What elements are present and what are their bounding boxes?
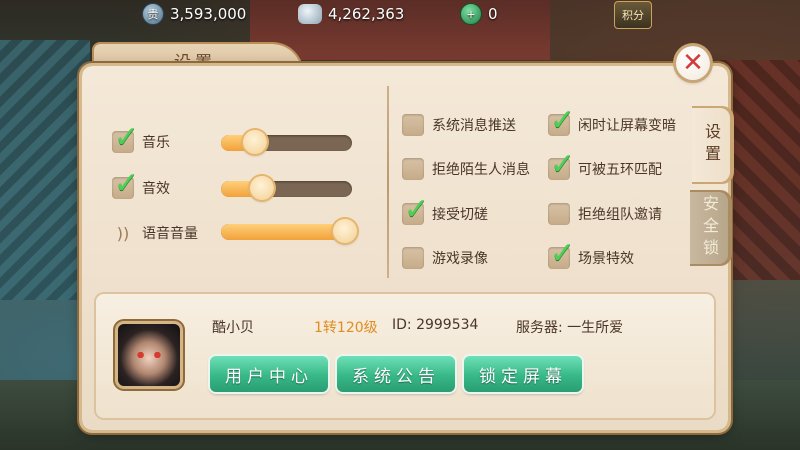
avatar (118, 324, 180, 386)
voice-slider-handle[interactable] (333, 219, 357, 243)
effects-label: 音效 (142, 181, 170, 197)
player-id: ID: 2999534 (392, 317, 479, 333)
tab-security-label: 安全锁 (700, 195, 719, 261)
effects-checkbox[interactable]: ✓ (112, 169, 139, 199)
player-name: 酷小贝 (212, 320, 254, 336)
effects-slider[interactable] (221, 176, 352, 200)
effects-slider-handle[interactable] (250, 176, 274, 200)
reject-strangers-checkbox[interactable] (402, 158, 424, 180)
checkmark-icon: ✓ (550, 103, 576, 138)
music-checkbox[interactable]: ✓ (112, 123, 139, 153)
coins-display: 贵 3,593,000 (142, 3, 246, 25)
lock-screen-button[interactable]: 锁定屏幕 (464, 356, 582, 392)
coin-icon: 贵 (142, 3, 164, 25)
speaker-icon: )) (116, 223, 130, 243)
five-rings-checkbox[interactable]: ✓ (548, 150, 575, 180)
score-label: 积分 (622, 9, 644, 22)
voice-label: 语音音量 (142, 226, 198, 242)
panel-divider (387, 86, 389, 278)
option-reject-strangers[interactable]: 拒绝陌生人消息 (402, 158, 530, 180)
background-roof-left (0, 40, 90, 300)
jade-value: 0 (488, 5, 498, 23)
announcement-label: 系统公告 (352, 366, 440, 387)
option-label: 闲时让屏幕变暗 (578, 118, 676, 134)
close-icon: ✕ (682, 48, 704, 78)
option-label: 拒绝组队邀请 (578, 207, 662, 223)
music-row: ✓ 音乐 (112, 123, 170, 153)
option-label: 接受切磋 (432, 207, 488, 223)
option-label: 系统消息推送 (432, 118, 516, 134)
tab-settings-label: 设置 (702, 123, 721, 167)
jade-add-icon[interactable]: + (460, 3, 482, 25)
option-label: 拒绝陌生人消息 (432, 162, 530, 178)
scene-effects-checkbox[interactable]: ✓ (548, 239, 575, 269)
game-recording-checkbox[interactable] (402, 247, 424, 269)
checkmark-icon: ✓ (114, 120, 140, 155)
effects-row: ✓ 音效 (112, 169, 170, 199)
checkmark-icon: ✓ (550, 236, 576, 271)
coins-value: 3,593,000 (170, 5, 247, 23)
system-push-checkbox[interactable] (402, 114, 424, 136)
voice-slider[interactable] (221, 219, 357, 243)
user-center-button[interactable]: 用户中心 (210, 356, 328, 392)
silver-ingot-icon (298, 4, 322, 24)
user-center-label: 用户中心 (225, 366, 313, 387)
option-system-push[interactable]: 系统消息推送 (402, 114, 516, 136)
music-slider[interactable] (221, 130, 352, 154)
currency-bar: 贵 3,593,000 4,262,363 + 0 积分 (0, 0, 800, 29)
silver-display: 4,262,363 (298, 3, 404, 25)
tab-settings[interactable]: 设置 (692, 108, 730, 182)
background-roof-right (720, 60, 800, 280)
tab-security-lock[interactable]: 安全锁 (690, 192, 728, 264)
system-announcement-button[interactable]: 系统公告 (337, 356, 455, 392)
lock-screen-label: 锁定屏幕 (479, 366, 567, 387)
accept-duel-checkbox[interactable]: ✓ (402, 195, 429, 225)
player-level: 1转120级 (314, 320, 378, 336)
score-button[interactable]: 积分 (614, 1, 652, 29)
reject-team-checkbox[interactable] (548, 203, 570, 225)
option-dim-screen[interactable]: ✓ 闲时让屏幕变暗 (548, 106, 676, 136)
option-scene-effects[interactable]: ✓ 场景特效 (548, 239, 634, 269)
option-five-rings-match[interactable]: ✓ 可被五环匹配 (548, 150, 662, 180)
jade-display[interactable]: + 0 (460, 3, 498, 25)
avatar-eyes (135, 352, 163, 358)
silver-value: 4,262,363 (328, 5, 405, 23)
option-accept-duel[interactable]: ✓ 接受切磋 (402, 195, 488, 225)
voice-row: )) 语音音量 (112, 222, 198, 244)
option-game-recording[interactable]: 游戏录像 (402, 247, 488, 269)
option-label: 场景特效 (578, 251, 634, 267)
checkmark-icon: ✓ (404, 192, 430, 227)
checkmark-icon: ✓ (550, 147, 576, 182)
option-reject-team-invite[interactable]: 拒绝组队邀请 (548, 203, 662, 225)
dim-screen-checkbox[interactable]: ✓ (548, 106, 575, 136)
option-label: 游戏录像 (432, 251, 488, 267)
close-button[interactable]: ✕ (676, 46, 710, 80)
option-label: 可被五环匹配 (578, 162, 662, 178)
checkmark-icon: ✓ (114, 166, 140, 201)
music-label: 音乐 (142, 135, 170, 151)
music-slider-handle[interactable] (243, 130, 267, 154)
player-server: 服务器: 一生所爱 (516, 320, 624, 336)
